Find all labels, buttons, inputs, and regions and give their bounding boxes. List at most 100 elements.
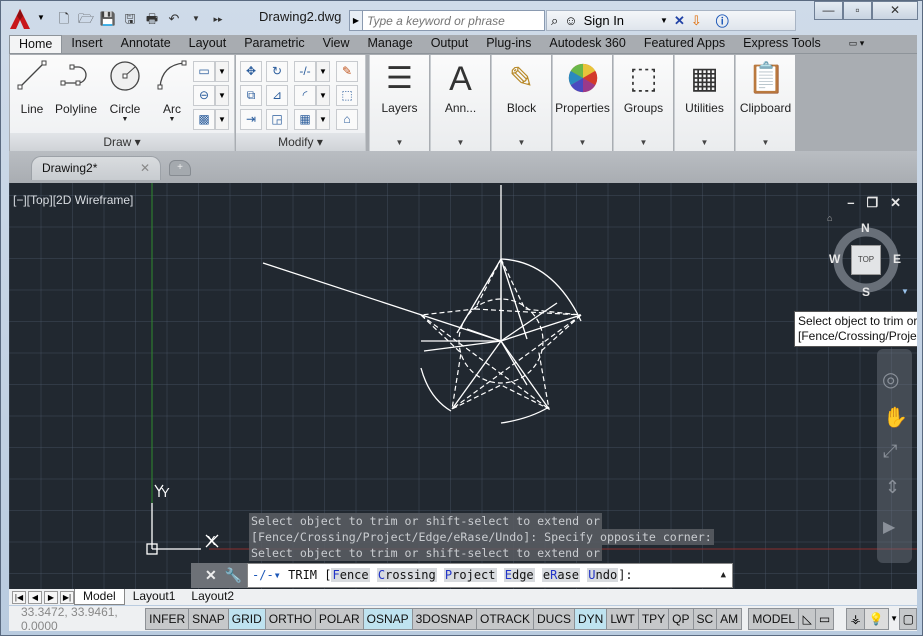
drawing-viewport[interactable]: [−][Top][2D Wireframe] – ❐ ✕ Y X TOP N S…	[9, 183, 917, 589]
toggle-otrack[interactable]: OTRACK	[476, 607, 534, 630]
orbit-icon[interactable]: ⇕	[885, 477, 900, 498]
save-as-icon[interactable]: 🖫	[121, 11, 139, 27]
circle-dropdown-icon[interactable]: ▼	[108, 116, 142, 123]
layers-panel-button[interactable]: ☰ Layers ▼	[369, 55, 429, 151]
ellipse-icon[interactable]: ⊖	[193, 85, 215, 106]
trim-icon[interactable]: -/-	[294, 61, 316, 82]
option-erase[interactable]: eRase	[541, 568, 581, 582]
toggle-snap[interactable]: SNAP	[189, 607, 229, 630]
scale-icon[interactable]: ◲	[266, 109, 288, 130]
stretch-icon[interactable]: ⇥	[240, 109, 262, 130]
tab-model[interactable]: Model	[74, 589, 125, 605]
ribbon-minimize-button[interactable]: ▭ ▾	[840, 35, 874, 53]
compass-south[interactable]: S	[862, 285, 870, 299]
close-command-icon[interactable]: ✕	[205, 567, 217, 584]
showmotion-icon[interactable]: ▶	[883, 517, 895, 537]
circle-tool-button[interactable]: Circle ▼	[108, 59, 142, 123]
trim-dropdown-icon[interactable]: ▼	[316, 61, 330, 82]
exchange-icon[interactable]: ✕	[674, 13, 685, 29]
user-icon[interactable]: ☺	[564, 13, 577, 28]
tab-manage[interactable]: Manage	[359, 35, 422, 53]
modify-panel-title[interactable]: Modify ▾	[236, 133, 365, 151]
undo-icon[interactable]: ↶	[165, 11, 183, 27]
hatch-dropdown-icon[interactable]: ▼	[215, 109, 229, 130]
compass-west[interactable]: W	[829, 252, 840, 266]
tab-insert[interactable]: Insert	[62, 35, 111, 53]
array-icon[interactable]: ▦	[294, 109, 316, 130]
toggle-ortho[interactable]: ORTHO	[265, 607, 316, 630]
zoom-extents-icon[interactable]: ⤢	[883, 441, 897, 462]
explode-icon[interactable]: ⬚	[336, 85, 358, 106]
status-menu-icon[interactable]: ▼	[889, 614, 900, 623]
app-menu-dropdown-icon[interactable]: ▼	[37, 13, 45, 22]
help-icon[interactable]: ⓘ	[716, 11, 729, 30]
toggle-osnap[interactable]: OSNAP	[363, 607, 413, 630]
clipboard-panel-button[interactable]: 📋 Clipboard ▼	[735, 55, 795, 151]
toggle-am[interactable]: AM	[717, 607, 743, 630]
viewcube-top-face[interactable]: TOP	[851, 245, 881, 275]
toggle-qp[interactable]: QP	[669, 607, 694, 630]
autodesk-360-icon[interactable]: ⇩	[691, 13, 702, 29]
ellipse-dropdown-icon[interactable]: ▼	[215, 85, 229, 106]
prev-layout-icon[interactable]: ◀	[28, 590, 42, 604]
utilities-panel-button[interactable]: ▦ Utilities ▼	[674, 55, 734, 151]
toggle-3dosnap[interactable]: 3DOSNAP	[412, 607, 477, 630]
mirror-icon[interactable]: ⊿	[266, 85, 288, 106]
option-fence[interactable]: Fence	[331, 568, 370, 582]
binoculars-icon[interactable]: ⌕	[551, 13, 558, 29]
tab-plug-ins[interactable]: Plug-ins	[477, 35, 540, 53]
clean-screen-icon[interactable]: ▢	[899, 607, 917, 630]
arc-tool-button[interactable]: Arc ▼	[156, 59, 188, 123]
toggle-grid[interactable]: GRID	[228, 607, 266, 630]
quick-view-drawings-icon[interactable]: ▭	[816, 607, 834, 630]
maximize-button[interactable]: ▫	[843, 1, 872, 20]
line-tool-button[interactable]: Line	[16, 59, 48, 116]
model-space-button[interactable]: MODEL	[748, 607, 800, 630]
new-icon[interactable]: 🗋	[55, 11, 73, 27]
array-dropdown-icon[interactable]: ▼	[316, 109, 330, 130]
rectangle-dropdown-icon[interactable]: ▼	[215, 61, 229, 82]
option-undo[interactable]: Undo	[587, 568, 619, 582]
tab-layout2[interactable]: Layout2	[183, 589, 242, 605]
tab-featured-apps[interactable]: Featured Apps	[635, 35, 734, 53]
more-icon[interactable]: ▸▸	[209, 11, 227, 27]
rectangle-icon[interactable]: ▭	[193, 61, 215, 82]
offset-icon[interactable]: ⌂	[336, 109, 358, 130]
coordinates-readout[interactable]: 33.3472, 33.9461, 0.0000	[9, 605, 145, 633]
doc-tab-drawing2[interactable]: Drawing2* ✕	[31, 156, 161, 180]
plot-icon[interactable]: 🖶	[143, 11, 161, 27]
tab-output[interactable]: Output	[422, 35, 478, 53]
tab-parametric[interactable]: Parametric	[235, 35, 313, 53]
polyline-tool-button[interactable]: Polyline	[54, 59, 98, 116]
toggle-polar[interactable]: POLAR	[315, 607, 364, 630]
sign-in-button[interactable]: Sign In	[584, 13, 624, 28]
tab-view[interactable]: View	[314, 35, 359, 53]
compass-east[interactable]: E	[893, 252, 901, 266]
tab-home[interactable]: Home	[9, 35, 63, 53]
close-button[interactable]: ✕	[872, 1, 918, 20]
first-layout-icon[interactable]: |◀	[12, 590, 26, 604]
toggle-dyn[interactable]: DYN	[575, 607, 608, 630]
viewcube-menu-icon[interactable]: ▼	[901, 287, 909, 296]
draw-panel-title[interactable]: Draw ▾	[10, 133, 234, 151]
sign-in-dropdown-icon[interactable]: ▼	[660, 16, 668, 25]
home-icon[interactable]: ⌂	[827, 213, 832, 223]
fillet-dropdown-icon[interactable]: ▼	[316, 85, 330, 106]
fillet-icon[interactable]: ◜	[294, 85, 316, 106]
tab-annotate[interactable]: Annotate	[112, 35, 180, 53]
next-layout-icon[interactable]: ▶	[44, 590, 58, 604]
command-line-grip[interactable]	[191, 563, 201, 588]
erase-icon[interactable]: ✎	[336, 61, 358, 82]
tab-express-tools[interactable]: Express Tools	[734, 35, 830, 53]
groups-panel-button[interactable]: ⬚ Groups ▼	[613, 55, 673, 151]
toggle-infer[interactable]: INFER	[145, 607, 190, 630]
option-crossing[interactable]: Crossing	[376, 568, 437, 582]
new-tab-button[interactable]: +	[169, 160, 191, 176]
save-icon[interactable]: 💾	[99, 11, 117, 27]
viewcube[interactable]: TOP N S E W ⌂ ▼	[827, 213, 909, 303]
toggle-lwt[interactable]: LWT	[607, 607, 639, 630]
open-icon[interactable]: 🗁	[77, 11, 95, 27]
toggle-sc[interactable]: SC	[693, 607, 718, 630]
hatch-icon[interactable]: ▩	[193, 109, 215, 130]
workspace-switch-icon[interactable]: ⚶	[846, 607, 866, 630]
